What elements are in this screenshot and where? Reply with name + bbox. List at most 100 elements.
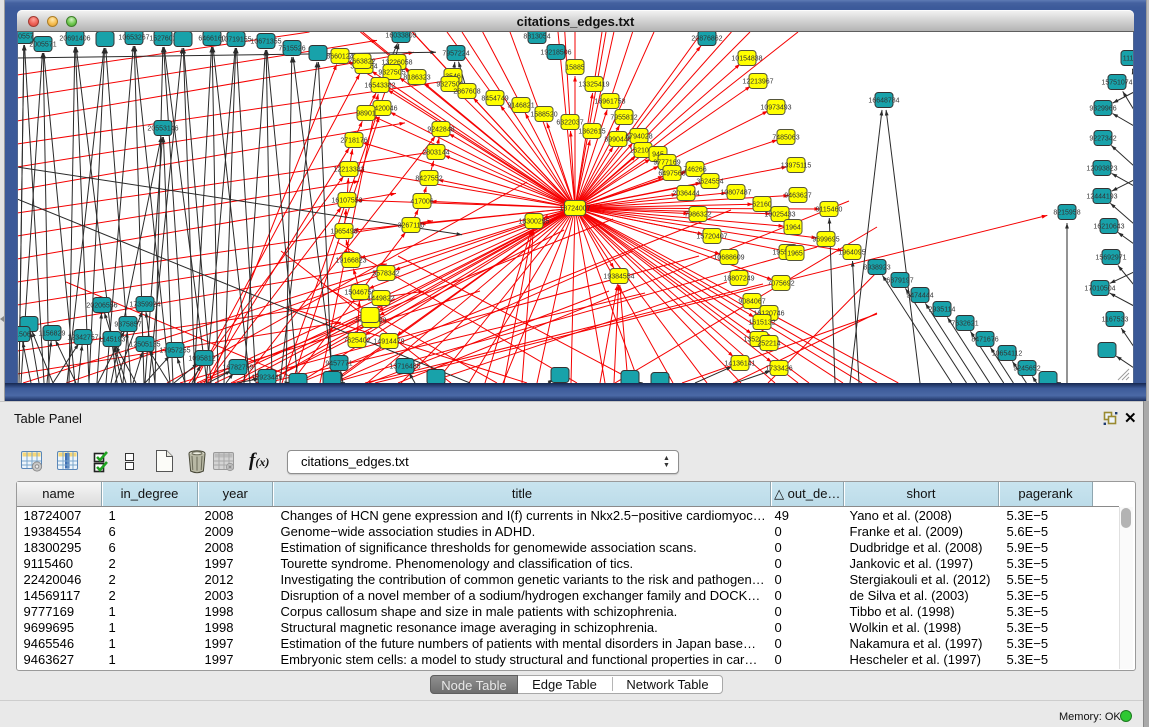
svg-text:8427552: 8427552 (415, 175, 442, 182)
svg-text:10973493: 10973493 (760, 104, 791, 111)
svg-text:6879197: 6879197 (886, 277, 913, 284)
svg-text:10807487: 10807487 (720, 189, 751, 196)
svg-text:8186323: 8186323 (403, 74, 430, 81)
svg-text:16107553: 16107553 (331, 197, 362, 204)
svg-text:15692971: 15692971 (1095, 254, 1126, 261)
svg-text:1449822: 1449822 (367, 295, 394, 302)
svg-text:252214: 252214 (757, 340, 780, 347)
svg-text:98901: 98901 (356, 110, 376, 117)
svg-text:9699695: 9699695 (812, 236, 839, 243)
svg-text:9327505: 9327505 (378, 69, 405, 76)
svg-text:2803144: 2803144 (422, 149, 449, 156)
svg-text:9227342: 9227342 (1089, 135, 1116, 142)
svg-text:3267110: 3267110 (398, 222, 425, 229)
svg-text:10719155: 10719155 (220, 36, 251, 43)
svg-text:20691406: 20691406 (59, 35, 90, 42)
svg-text:9146821: 9146821 (507, 102, 534, 109)
svg-text:1145193: 1145193 (99, 336, 126, 343)
svg-text:14914479: 14914479 (373, 338, 404, 345)
svg-text:10654112: 10654112 (992, 350, 1023, 357)
svg-text:20206556: 20206556 (86, 302, 117, 309)
svg-text:20557: 20557 (17, 33, 34, 40)
svg-text:3915061: 3915061 (17, 331, 35, 338)
svg-text:12342757: 12342757 (67, 334, 98, 341)
svg-text:1112: 1112 (1123, 55, 1134, 62)
svg-text:9245652: 9245652 (1013, 365, 1040, 372)
svg-text:7632621: 7632621 (951, 320, 978, 327)
svg-text:1362615: 1362615 (578, 128, 605, 135)
svg-text:17957255: 17957255 (159, 347, 190, 354)
svg-text:9375857: 9375857 (114, 321, 141, 328)
svg-text:1965498: 1965498 (330, 228, 357, 235)
svg-text:10688609: 10688609 (713, 254, 744, 261)
svg-text:9457771: 9457771 (325, 360, 352, 367)
svg-text:12923446: 12923446 (251, 374, 282, 381)
svg-text:17010504: 17010504 (1084, 285, 1115, 292)
svg-text:7957224: 7957224 (442, 50, 469, 57)
svg-text:1965: 1965 (787, 250, 803, 257)
svg-text:10154838: 10154838 (731, 55, 762, 62)
svg-text:7625402: 7625402 (343, 337, 370, 344)
svg-text:14136141: 14136141 (724, 360, 755, 367)
svg-text:2005571: 2005571 (29, 41, 56, 48)
svg-text:1588520: 1588520 (530, 111, 557, 118)
svg-text:8813054: 8813054 (523, 33, 550, 40)
svg-text:12505135: 12505135 (129, 341, 160, 348)
svg-text:12093823: 12093823 (1086, 165, 1117, 172)
svg-text:8938923: 8938923 (863, 264, 890, 271)
svg-text:1964: 1964 (785, 224, 801, 231)
svg-text:2867608: 2867608 (453, 88, 480, 95)
svg-text:1733426: 1733426 (765, 365, 792, 372)
svg-text:12213383: 12213383 (333, 166, 364, 173)
svg-text:10025433: 10025433 (764, 211, 795, 218)
svg-text:7075692: 7075692 (767, 280, 794, 287)
svg-text:10653267: 10653267 (118, 34, 149, 41)
svg-text:15885: 15885 (565, 64, 585, 71)
svg-text:15720407: 15720407 (696, 233, 727, 240)
svg-text:9084067: 9084067 (738, 298, 765, 305)
svg-text:1527602: 1527602 (149, 35, 176, 42)
svg-text:417006: 417006 (410, 198, 433, 205)
svg-text:10958127: 10958127 (188, 355, 219, 362)
svg-text:19218506: 19218506 (540, 49, 571, 56)
svg-text:7986322: 7986322 (684, 211, 711, 218)
svg-text:6794028: 6794028 (625, 133, 652, 140)
svg-text:2718176: 2718176 (340, 137, 367, 144)
svg-text:18724007: 18724007 (559, 205, 590, 212)
svg-text:2935114: 2935114 (929, 306, 956, 313)
svg-text:7485063: 7485063 (772, 134, 799, 141)
svg-text:6322037: 6322037 (556, 119, 583, 126)
svg-text:16543382: 16543382 (364, 82, 395, 89)
svg-text:19166823: 19166823 (335, 257, 366, 264)
svg-text:1964095: 1964095 (838, 249, 865, 256)
svg-text:9329966: 9329966 (1089, 105, 1116, 112)
svg-text:16961758: 16961758 (594, 98, 625, 105)
svg-text:12444193: 12444193 (1086, 193, 1117, 200)
svg-text:16033809: 16033809 (385, 32, 416, 39)
svg-text:8215958: 8215958 (1053, 209, 1080, 216)
svg-text:8454749: 8454749 (481, 95, 508, 102)
svg-text:20876862: 20876862 (691, 35, 722, 42)
svg-text:19384554: 19384554 (603, 273, 634, 280)
svg-text:7955812: 7955812 (610, 114, 637, 121)
svg-text:18807249: 18807249 (723, 275, 754, 282)
svg-text:5578342: 5578342 (372, 270, 399, 277)
svg-text:9463627: 9463627 (784, 192, 811, 199)
svg-text:10671355: 10671355 (250, 38, 281, 45)
svg-text:7515526: 7515526 (278, 45, 305, 52)
svg-text:3624554: 3624554 (696, 178, 723, 185)
svg-text:18300295: 18300295 (518, 218, 549, 225)
svg-text:16210643: 16210643 (1093, 223, 1124, 230)
svg-text:1167533: 1167533 (1102, 316, 1129, 323)
svg-text:2036444: 2036444 (672, 190, 699, 197)
svg-text:8471676: 8471676 (971, 336, 998, 343)
svg-text:13716485: 13716485 (389, 363, 420, 370)
svg-text:62160: 62160 (752, 201, 772, 208)
svg-text:17359924: 17359924 (129, 301, 160, 308)
svg-text:20553146: 20553146 (147, 125, 178, 132)
svg-text:1156829: 1156829 (39, 330, 66, 337)
svg-text:13975115: 13975115 (781, 162, 812, 169)
svg-text:7663822: 7663822 (348, 58, 375, 65)
svg-text:6497568: 6497568 (658, 170, 685, 177)
svg-text:9242848: 9242848 (427, 126, 454, 133)
